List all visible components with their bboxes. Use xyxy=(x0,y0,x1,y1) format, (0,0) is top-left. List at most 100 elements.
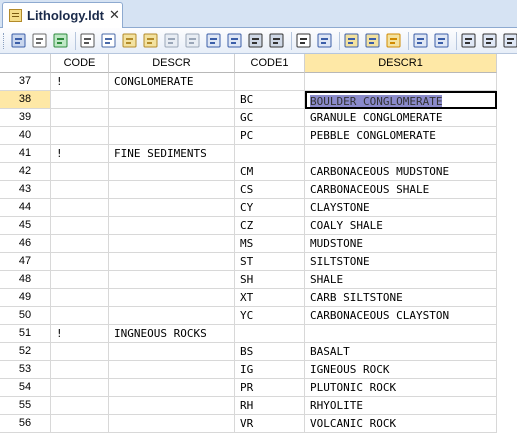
cell-code1[interactable]: BS xyxy=(235,343,305,361)
cell-descr[interactable] xyxy=(109,91,235,109)
cell-descr1[interactable]: PEBBLE CONGLOMERATE xyxy=(305,127,497,145)
cell-code1[interactable]: SH xyxy=(235,271,305,289)
row-number[interactable]: 52 xyxy=(0,343,51,361)
cell-code[interactable] xyxy=(51,199,109,217)
cell-code1[interactable] xyxy=(235,325,305,343)
cell-descr1[interactable]: CLAYSTONE xyxy=(305,199,497,217)
cell-descr[interactable] xyxy=(109,379,235,397)
table-row[interactable]: 56 VR VOLCANIC ROCK xyxy=(0,415,517,433)
toolbar-grip[interactable] xyxy=(3,33,7,49)
redo-icon[interactable] xyxy=(184,32,201,49)
cell-descr1[interactable]: CARBONACEOUS CLAYSTON xyxy=(305,307,497,325)
cell-code1[interactable]: VR xyxy=(235,415,305,433)
table-row[interactable]: 51! INGNEOUS ROCKS xyxy=(0,325,517,343)
table-row[interactable]: 53 IG IGNEOUS ROCK xyxy=(0,361,517,379)
column-header-code[interactable]: CODE xyxy=(51,54,109,73)
table-row[interactable]: 48 SH SHALE xyxy=(0,271,517,289)
cell-descr1[interactable]: COALY SHALE xyxy=(305,217,497,235)
table-row[interactable]: 55 RH RHYOLITE xyxy=(0,397,517,415)
row-number[interactable]: 44 xyxy=(0,199,51,217)
cell-descr1[interactable]: PLUTONIC ROCK xyxy=(305,379,497,397)
row-number[interactable]: 51 xyxy=(0,325,51,343)
row-number[interactable]: 54 xyxy=(0,379,51,397)
cell-descr1[interactable]: SHALE xyxy=(305,271,497,289)
undo-icon[interactable] xyxy=(163,32,180,49)
column-header-descr[interactable]: DESCR xyxy=(109,54,235,73)
cell-code1[interactable]: CY xyxy=(235,199,305,217)
cell-code1[interactable]: CZ xyxy=(235,217,305,235)
edit-field-icon[interactable] xyxy=(364,32,381,49)
move-bottom-icon[interactable] xyxy=(433,32,450,49)
cell-code1[interactable]: GC xyxy=(235,109,305,127)
table-row[interactable]: 42 CM CARBONACEOUS MUDSTONE xyxy=(0,163,517,181)
row-number[interactable]: 38 xyxy=(0,91,51,109)
cell-code[interactable] xyxy=(51,217,109,235)
paste-icon[interactable] xyxy=(121,32,138,49)
cell-descr[interactable]: INGNEOUS ROCKS xyxy=(109,325,235,343)
paste-special-icon[interactable] xyxy=(142,32,159,49)
replace-icon[interactable] xyxy=(268,32,285,49)
cell-descr[interactable] xyxy=(109,397,235,415)
cell-code[interactable] xyxy=(51,181,109,199)
row-number[interactable]: 40 xyxy=(0,127,51,145)
row-number[interactable]: 49 xyxy=(0,289,51,307)
cell-code[interactable] xyxy=(51,253,109,271)
cell-code[interactable] xyxy=(51,109,109,127)
filter-icon[interactable] xyxy=(295,32,312,49)
table-row[interactable]: 44 CY CLAYSTONE xyxy=(0,199,517,217)
table-row[interactable]: 39 GC GRANULE CONGLOMERATE xyxy=(0,109,517,127)
column-header-code1[interactable]: CODE1 xyxy=(235,54,305,73)
columns-icon[interactable] xyxy=(316,32,333,49)
cell-descr1[interactable] xyxy=(305,145,497,163)
cell-code[interactable] xyxy=(51,397,109,415)
cell-code1[interactable]: YC xyxy=(235,307,305,325)
active-cell-text[interactable]: BOULDER CONGLOMERATE xyxy=(310,95,443,107)
cell-descr[interactable] xyxy=(109,181,235,199)
table-row[interactable]: 45 CZ COALY SHALE xyxy=(0,217,517,235)
cell-descr1[interactable]: CARBONACEOUS MUDSTONE xyxy=(305,163,497,181)
cell-descr1[interactable]: RHYOLITE xyxy=(305,397,497,415)
cell-descr1[interactable]: MUDSTONE xyxy=(305,235,497,253)
cell-code[interactable] xyxy=(51,91,109,109)
row-number[interactable]: 55 xyxy=(0,397,51,415)
table-row[interactable]: 37! CONGLOMERATE xyxy=(0,73,517,91)
table-row[interactable]: 49 XT CARB SILTSTONE xyxy=(0,289,517,307)
cell-descr[interactable] xyxy=(109,217,235,235)
cell-code1[interactable]: BC xyxy=(235,91,305,109)
row-number-header[interactable] xyxy=(0,54,51,73)
sort-ascending-icon[interactable] xyxy=(460,32,477,49)
print-preview-icon[interactable] xyxy=(31,32,48,49)
cell-code1[interactable] xyxy=(235,73,305,91)
table-row[interactable]: 41! FINE SEDIMENTS xyxy=(0,145,517,163)
cell-descr1[interactable]: BASALT xyxy=(305,343,497,361)
cell-code1[interactable]: RH xyxy=(235,397,305,415)
sort-options-icon[interactable] xyxy=(502,32,517,49)
table-row[interactable]: 43 CS CARBONACEOUS SHALE xyxy=(0,181,517,199)
cell-descr[interactable] xyxy=(109,343,235,361)
cell-code[interactable] xyxy=(51,415,109,433)
cell-code1[interactable] xyxy=(235,145,305,163)
cell-descr[interactable] xyxy=(109,271,235,289)
cell-descr[interactable] xyxy=(109,199,235,217)
cell-code[interactable] xyxy=(51,235,109,253)
row-number[interactable]: 48 xyxy=(0,271,51,289)
cell-code[interactable] xyxy=(51,127,109,145)
add-record-icon[interactable] xyxy=(385,32,402,49)
cell-descr[interactable] xyxy=(109,361,235,379)
cell-code1[interactable]: XT xyxy=(235,289,305,307)
close-icon[interactable]: ✕ xyxy=(109,6,120,24)
cell-descr1[interactable]: CARBONACEOUS SHALE xyxy=(305,181,497,199)
cell-descr1[interactable]: SILTSTONE xyxy=(305,253,497,271)
row-number[interactable]: 39 xyxy=(0,109,51,127)
cell-descr[interactable] xyxy=(109,415,235,433)
cell-descr1[interactable] xyxy=(305,325,497,343)
table-row[interactable]: 50 YC CARBONACEOUS CLAYSTON xyxy=(0,307,517,325)
table-row[interactable]: 52 BS BASALT xyxy=(0,343,517,361)
cell-descr[interactable] xyxy=(109,289,235,307)
cell-descr[interactable] xyxy=(109,307,235,325)
edit-record-icon[interactable] xyxy=(343,32,360,49)
cell-code1[interactable]: PR xyxy=(235,379,305,397)
cell-code[interactable]: ! xyxy=(51,73,109,91)
row-number[interactable]: 47 xyxy=(0,253,51,271)
cut-icon[interactable] xyxy=(79,32,96,49)
